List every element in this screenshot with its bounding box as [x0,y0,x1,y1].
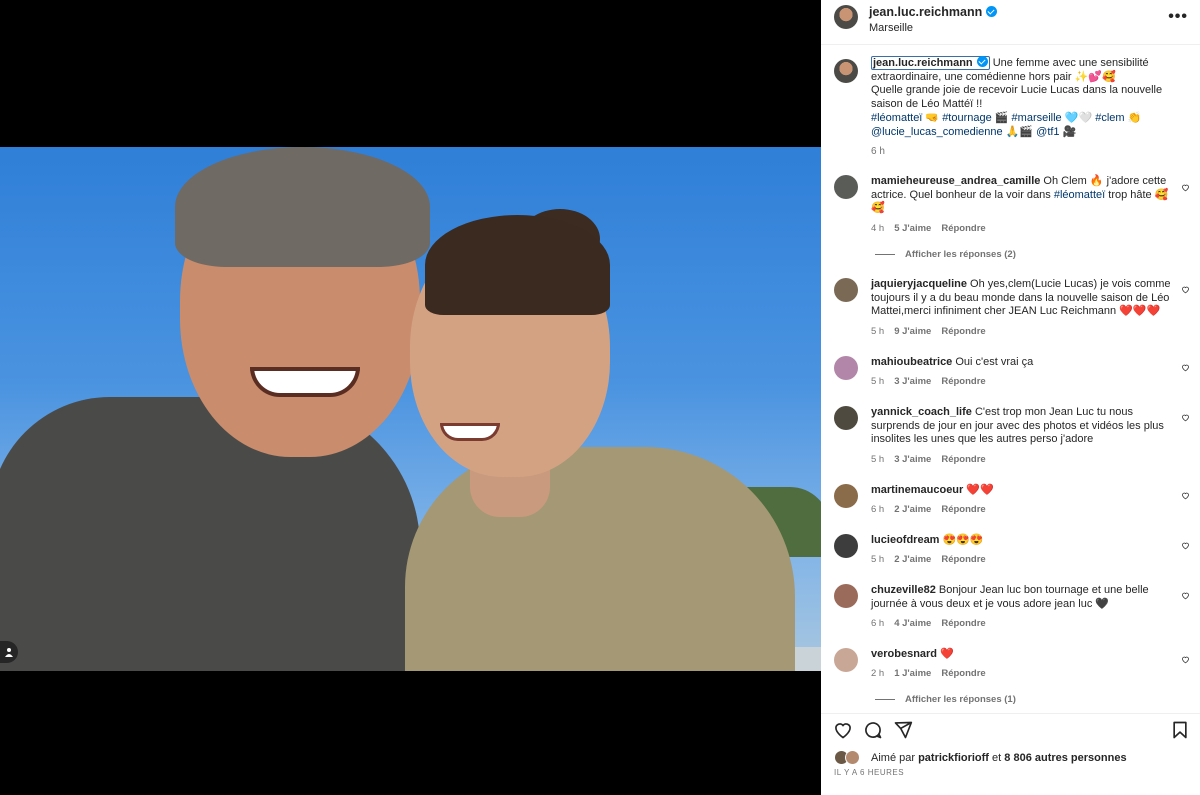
comment-time[interactable]: 2 h [871,668,884,679]
post-header: jean.luc.reichmann Marseille ••• [821,0,1200,45]
caption-username[interactable]: jean.luc.reichmann [871,56,990,70]
comment-username[interactable]: verobesnard [871,648,937,660]
comment-username[interactable]: mamieheureuse_andrea_camille [871,175,1040,187]
hashtag-clem[interactable]: #clem [1095,112,1124,124]
reply-button[interactable]: Répondre [941,454,985,465]
caption-line2: Quelle grande joie de recevoir Lucie Luc… [871,84,1163,111]
comment-likes[interactable]: 2 J'aime [894,554,931,565]
verified-icon [976,56,988,67]
post-location[interactable]: Marseille [869,22,913,34]
mention-tf1[interactable]: @tf1 [1036,126,1059,138]
comment-heart-icon[interactable] [1181,363,1190,372]
comment-username[interactable]: yannick_coach_life [871,406,972,418]
comment-time[interactable]: 5 h [871,554,884,565]
comment-username[interactable]: martinemaucoeur [871,484,963,496]
comment-heart-icon[interactable] [1181,183,1190,192]
reply-button[interactable]: Répondre [941,326,985,337]
reply-button[interactable]: Répondre [941,223,985,234]
comment-likes[interactable]: 3 J'aime [894,454,931,465]
liked-by-avatars[interactable] [834,750,864,766]
comment-time[interactable]: 6 h [871,618,884,629]
comment-time[interactable]: 6 h [871,504,884,515]
comment-heart-icon[interactable] [1181,413,1190,422]
comment-hashtag[interactable]: #léomatteï [1054,189,1105,201]
comment-likes[interactable]: 4 J'aime [894,618,931,629]
reply-button[interactable]: Répondre [941,504,985,515]
comment-likes[interactable]: 2 J'aime [894,504,931,515]
comment-username[interactable]: chuzeville82 [871,584,936,596]
share-icon[interactable] [893,720,913,740]
comment-heart-icon[interactable] [1181,491,1190,500]
comment-heart-icon[interactable] [1181,285,1190,294]
post-actions: Aimé par patrickfiorioff et 8 806 autres… [821,713,1200,795]
mention-lucie[interactable]: @lucie_lucas_comedienne [871,126,1003,138]
bookmark-icon[interactable] [1170,720,1190,740]
comment-avatar[interactable] [834,534,858,558]
author-username[interactable]: jean.luc.reichmann [869,5,982,19]
comment-username[interactable]: jaquieryjacqueline [871,278,967,290]
comment-avatar[interactable] [834,356,858,380]
author-avatar[interactable] [834,5,858,29]
reply-button[interactable]: Répondre [941,376,985,387]
hashtag-tournage[interactable]: #tournage [942,112,992,124]
caption-time[interactable]: 6 h [871,146,885,157]
comment-avatar[interactable] [834,584,858,608]
caption-avatar[interactable] [834,59,858,83]
reply-button[interactable]: Répondre [941,554,985,565]
comment-heart-icon[interactable] [1181,655,1190,664]
comment-likes[interactable]: 1 J'aime [894,668,931,679]
comment-likes[interactable]: 9 J'aime [894,326,931,337]
post-media [0,0,821,795]
hashtag-leomattei[interactable]: #léomatteï [871,112,922,124]
heart-icon[interactable] [833,720,853,740]
comment-avatar[interactable] [834,175,858,199]
comment-time[interactable]: 4 h [871,223,884,234]
view-replies-button[interactable]: Afficher les réponses (1) [875,694,1016,705]
verified-icon [986,6,998,17]
comment-time[interactable]: 5 h [871,454,884,465]
comment-avatar[interactable] [834,278,858,302]
comment-likes[interactable]: 3 J'aime [894,376,931,387]
reply-button[interactable]: Répondre [941,618,985,629]
comment-time[interactable]: 5 h [871,376,884,387]
view-replies-button[interactable]: Afficher les réponses (2) [875,249,1016,260]
hashtag-marseille[interactable]: #marseille [1012,112,1062,124]
comment-avatar[interactable] [834,648,858,672]
comment-heart-icon[interactable] [1181,541,1190,550]
liked-by-user[interactable]: patrickfiorioff [918,752,989,764]
reply-button[interactable]: Répondre [941,668,985,679]
comment-time[interactable]: 5 h [871,326,884,337]
comment-heart-icon[interactable] [1181,591,1190,600]
comment-avatar[interactable] [834,406,858,430]
post-timestamp[interactable]: IL Y A 6 HEURES [834,768,904,777]
comment-username[interactable]: lucieofdream [871,534,939,546]
comment-likes[interactable]: 5 J'aime [894,223,931,234]
likes-summary: Aimé par patrickfiorioff et 8 806 autres… [871,752,1127,764]
more-options-icon[interactable]: ••• [1168,8,1188,26]
comment-username[interactable]: mahioubeatrice [871,356,952,368]
comment-avatar[interactable] [834,484,858,508]
likes-count[interactable]: 8 806 autres personnes [1004,752,1126,764]
post-side-panel: jean.luc.reichmann Marseille ••• jean.lu… [821,0,1200,795]
comment-icon[interactable] [863,720,883,740]
post-photo[interactable] [0,147,821,671]
